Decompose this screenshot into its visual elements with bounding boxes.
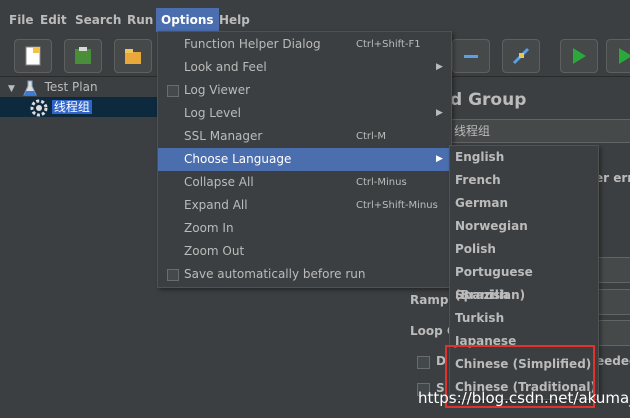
tree-node-thread-group[interactable]: 线程组 bbox=[0, 97, 160, 117]
menu-item-zoom-out[interactable]: Zoom Out bbox=[158, 240, 451, 263]
menu-item-label: Save automatically before run bbox=[184, 267, 366, 281]
play-icon bbox=[573, 48, 586, 64]
delay-checkbox[interactable] bbox=[417, 356, 430, 369]
menu-item-function-helper[interactable]: Function Helper Dialog Ctrl+Shift-F1 bbox=[158, 33, 451, 56]
language-item-english[interactable]: English bbox=[450, 146, 598, 169]
language-item-portuguese-brazilian[interactable]: Portuguese (Brazilian) bbox=[450, 261, 598, 302]
menu-item-log-level[interactable]: Log Level ▶ bbox=[158, 102, 451, 125]
menu-item-log-viewer[interactable]: Log Viewer bbox=[158, 79, 451, 102]
menu-item-label: Look and Feel bbox=[184, 60, 267, 74]
language-label: German bbox=[455, 196, 509, 210]
menu-item-ssl-manager[interactable]: SSL Manager Ctrl-M bbox=[158, 125, 451, 148]
log-viewer-checkbox[interactable] bbox=[167, 85, 179, 97]
tree-label-test-plan: Test Plan bbox=[44, 80, 98, 94]
submenu-arrow-icon: ▶ bbox=[436, 62, 443, 72]
menu-item-label: Expand All bbox=[184, 198, 248, 212]
thread-count-field[interactable] bbox=[598, 257, 630, 283]
test-plan-tree: ▼ Test Plan 线程组 bbox=[0, 77, 160, 418]
templates-button[interactable] bbox=[64, 39, 102, 73]
menu-item-label: Zoom Out bbox=[184, 244, 245, 258]
name-field[interactable]: 线程组 bbox=[445, 119, 630, 143]
menu-item-label: Function Helper Dialog bbox=[184, 37, 321, 51]
menu-item-zoom-in[interactable]: Zoom In bbox=[158, 217, 451, 240]
name-field-value: 线程组 bbox=[454, 124, 491, 138]
collapse-button[interactable] bbox=[452, 39, 490, 73]
menu-run[interactable]: Run bbox=[122, 8, 158, 32]
menu-item-accelerator: Ctrl-M bbox=[356, 131, 387, 142]
open-folder-icon bbox=[125, 49, 141, 64]
language-item-german[interactable]: German bbox=[450, 192, 598, 215]
tree-node-test-plan[interactable]: ▼ Test Plan bbox=[8, 77, 98, 97]
language-item-french[interactable]: French bbox=[450, 169, 598, 192]
submenu-arrow-icon: ▶ bbox=[436, 154, 443, 164]
language-label: Norwegian bbox=[455, 219, 528, 233]
loop-count-field[interactable] bbox=[598, 320, 630, 346]
menu-item-label: Collapse All bbox=[184, 175, 254, 189]
language-label: Polish bbox=[455, 242, 496, 256]
menu-item-accelerator: Ctrl+Shift-F1 bbox=[356, 39, 421, 50]
needed-label: eeded bbox=[596, 354, 630, 368]
toggle-button[interactable] bbox=[502, 39, 540, 73]
play-icon bbox=[619, 48, 630, 64]
options-menu: Function Helper Dialog Ctrl+Shift-F1 Loo… bbox=[157, 31, 452, 288]
panel-title: d Group bbox=[450, 90, 527, 110]
menu-item-label: Log Viewer bbox=[184, 83, 251, 97]
language-label: French bbox=[455, 173, 501, 187]
menu-item-expand-all[interactable]: Expand All Ctrl+Shift-Minus bbox=[158, 194, 451, 217]
language-item-turkish[interactable]: Turkish bbox=[450, 307, 598, 330]
watermark: https://blog.csdn.net/akuma_ bbox=[418, 389, 630, 407]
language-item-spanish[interactable]: Spanish bbox=[450, 284, 598, 307]
error-option-text: er erro bbox=[595, 171, 630, 185]
menu-file[interactable]: File bbox=[4, 8, 39, 32]
menu-item-label: Log Level bbox=[184, 106, 241, 120]
menu-help[interactable]: Help bbox=[214, 8, 255, 32]
open-button[interactable] bbox=[114, 39, 152, 73]
expand-toggle-icon[interactable]: ▼ bbox=[8, 84, 15, 94]
menu-item-choose-language[interactable]: Choose Language ▶ bbox=[158, 148, 451, 171]
new-file-icon bbox=[25, 46, 41, 66]
language-label: English bbox=[455, 150, 505, 164]
start-no-pause-button[interactable] bbox=[606, 39, 630, 73]
minus-icon bbox=[464, 55, 478, 58]
submenu-arrow-icon: ▶ bbox=[436, 108, 443, 118]
language-label: Turkish bbox=[455, 311, 505, 325]
language-item-polish[interactable]: Polish bbox=[450, 238, 598, 261]
menu-edit[interactable]: Edit bbox=[35, 8, 72, 32]
start-button[interactable] bbox=[560, 39, 598, 73]
flask-icon bbox=[22, 80, 37, 95]
tree-label-thread-group: 线程组 bbox=[51, 100, 92, 114]
ramp-up-label: Ramp- bbox=[410, 293, 454, 307]
language-label: Spanish bbox=[455, 288, 509, 302]
menu-item-collapse-all[interactable]: Collapse All Ctrl-Minus bbox=[158, 171, 451, 194]
menu-item-label: Choose Language bbox=[184, 152, 292, 166]
menu-options[interactable]: Options bbox=[156, 8, 219, 32]
ramp-up-field[interactable] bbox=[598, 289, 630, 315]
menu-item-label: SSL Manager bbox=[184, 129, 263, 143]
menu-item-save-before-run[interactable]: Save automatically before run bbox=[158, 263, 451, 286]
menu-item-accelerator: Ctrl+Shift-Minus bbox=[356, 200, 438, 211]
save-before-run-checkbox[interactable] bbox=[167, 269, 179, 281]
menu-item-accelerator: Ctrl-Minus bbox=[356, 177, 407, 188]
menu-item-look-and-feel[interactable]: Look and Feel ▶ bbox=[158, 56, 451, 79]
toggle-icon bbox=[512, 47, 530, 65]
menu-bar: File Edit Search Run Options Help bbox=[0, 8, 630, 32]
menu-search[interactable]: Search bbox=[70, 8, 126, 32]
gear-icon bbox=[30, 99, 48, 116]
new-button[interactable] bbox=[14, 39, 52, 73]
language-item-norwegian[interactable]: Norwegian bbox=[450, 215, 598, 238]
menu-item-label: Zoom In bbox=[184, 221, 234, 235]
templates-icon bbox=[75, 47, 91, 64]
